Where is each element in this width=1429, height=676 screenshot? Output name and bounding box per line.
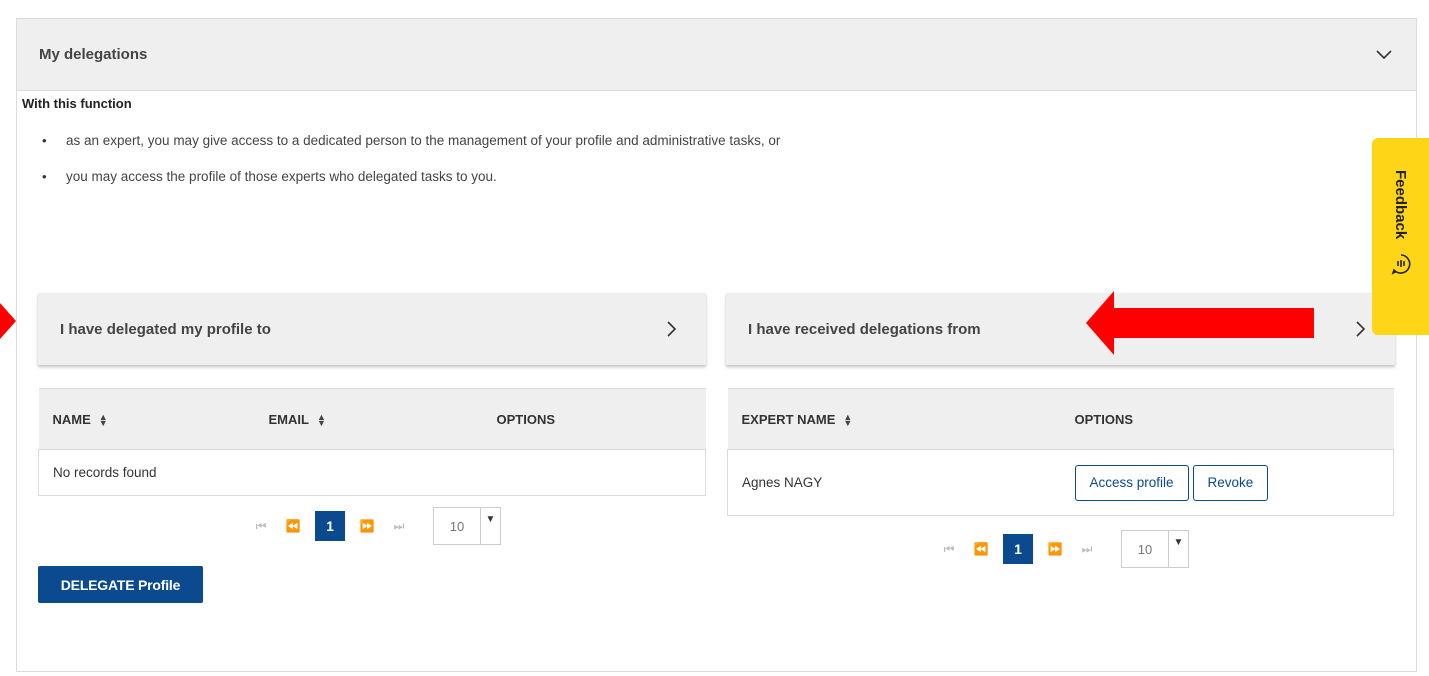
- last-page-icon[interactable]: ⏭: [1071, 542, 1103, 557]
- first-page-icon[interactable]: ⏮: [933, 542, 965, 557]
- column-header-label: OPTIONS: [496, 411, 556, 427]
- page-size-value: 10: [449, 518, 465, 534]
- column-header-label: NAME: [52, 411, 91, 427]
- annotation-arrow-right: [0, 303, 16, 339]
- prev-page-icon[interactable]: ⏪: [277, 519, 309, 533]
- intro-bullet: you may access the profile of those expe…: [22, 164, 922, 190]
- received-table: EXPERT NAME ▲ ▼ OPTIONS Agnes NAGY Access …: [727, 388, 1394, 516]
- delegated-section-title: I have delegated my profile to: [60, 320, 271, 338]
- feedback-label: Feedback: [1392, 170, 1409, 240]
- page-number[interactable]: 1: [315, 511, 345, 541]
- caret-down-icon[interactable]: ▼: [1168, 531, 1188, 567]
- expert-name-cell: Agnes NAGY: [727, 449, 1061, 516]
- column-header-label: EXPERT NAME: [741, 411, 836, 427]
- sort-icon[interactable]: ▲ ▼: [843, 413, 852, 428]
- intro-bullet: as an expert, you may give access to a d…: [22, 128, 842, 154]
- next-page-icon[interactable]: ⏩: [1039, 542, 1071, 556]
- next-page-icon[interactable]: ⏩: [351, 519, 383, 533]
- feedback-tab[interactable]: Feedback: [1372, 138, 1429, 335]
- delegate-profile-button[interactable]: DELEGATE Profile: [38, 566, 203, 603]
- chevron-down-icon[interactable]: [1374, 45, 1394, 65]
- annotation-arrow-left: [1086, 291, 1314, 355]
- page-size-value: 10: [1137, 541, 1153, 557]
- column-header-label: EMAIL: [268, 411, 309, 427]
- delegated-table: NAME ▲ ▼ EMAIL ▲ ▼ OPTIONS No records found: [38, 388, 706, 496]
- delegated-section-header[interactable]: I have delegated my profile to: [38, 293, 706, 365]
- access-profile-button[interactable]: Access profile: [1074, 464, 1189, 501]
- page-size-select[interactable]: 10 ▼: [433, 507, 501, 545]
- feedback-chat-icon: [1391, 254, 1410, 275]
- column-header-expert-name[interactable]: EXPERT NAME ▲ ▼: [727, 388, 1061, 450]
- revoke-button[interactable]: Revoke: [1192, 464, 1269, 501]
- empty-message: No records found: [38, 449, 706, 496]
- received-section-title: I have received delegations from: [748, 320, 981, 338]
- column-header-email[interactable]: EMAIL ▲ ▼: [254, 388, 483, 450]
- intro-bullet-text: you may access the profile of those expe…: [66, 169, 497, 184]
- sort-icon[interactable]: ▲ ▼: [317, 413, 326, 428]
- sort-icon[interactable]: ▲ ▼: [99, 413, 108, 428]
- prev-page-icon[interactable]: ⏪: [965, 542, 997, 556]
- options-cell: Access profile Revoke: [1060, 449, 1394, 516]
- column-header-options: OPTIONS: [482, 388, 706, 450]
- delegated-pager: ⏮ ⏪ 1 ⏩ ⏭ 10 ▼: [245, 507, 501, 545]
- my-delegations-header[interactable]: My delegations: [17, 19, 1416, 91]
- intro-heading: With this function: [22, 96, 132, 111]
- column-header-name[interactable]: NAME ▲ ▼: [38, 388, 255, 450]
- caret-down-icon[interactable]: ▼: [480, 508, 500, 544]
- chevron-right-icon[interactable]: [662, 319, 682, 339]
- page-size-select[interactable]: 10 ▼: [1121, 530, 1189, 568]
- column-header-label: OPTIONS: [1074, 411, 1134, 427]
- chevron-right-icon[interactable]: [1351, 319, 1371, 339]
- intro-bullets: as an expert, you may give access to a d…: [22, 128, 922, 190]
- table-row: No records found: [38, 449, 706, 496]
- page-number[interactable]: 1: [1003, 534, 1033, 564]
- intro-section: With this function as an expert, you may…: [22, 96, 922, 200]
- panel-title: My delegations: [39, 46, 148, 63]
- last-page-icon[interactable]: ⏭: [383, 519, 415, 534]
- received-pager: ⏮ ⏪ 1 ⏩ ⏭ 10 ▼: [933, 530, 1189, 568]
- table-row: Agnes NAGY Access profile Revoke: [727, 449, 1394, 516]
- intro-bullet-text: as an expert, you may give access to a d…: [66, 133, 781, 148]
- first-page-icon[interactable]: ⏮: [245, 519, 277, 534]
- column-header-options: OPTIONS: [1060, 388, 1394, 450]
